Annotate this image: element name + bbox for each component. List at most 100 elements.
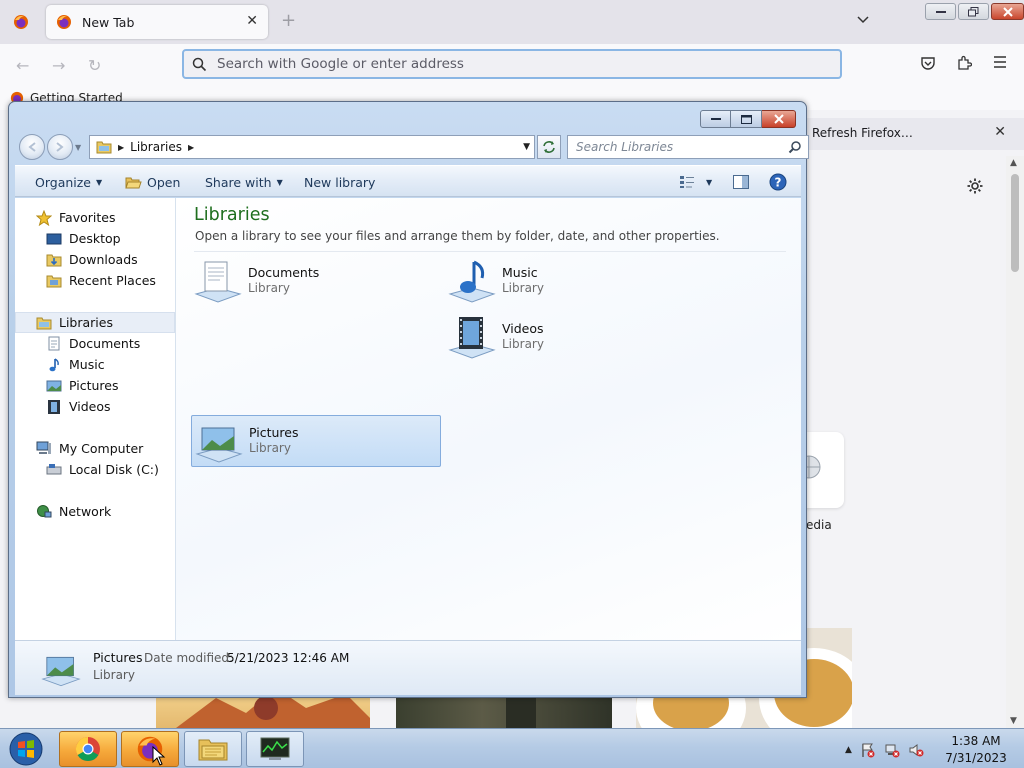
nav-libraries[interactable]: Libraries [15,312,175,333]
back-arrow-icon[interactable]: ← [16,56,29,75]
start-button[interactable] [6,730,46,768]
libraries-icon [35,315,53,331]
page-scrollbar[interactable]: ▲ ▼ [1006,156,1024,731]
close-button[interactable] [991,3,1024,20]
close-button[interactable] [762,110,796,128]
new-library-button[interactable]: New library [304,175,375,190]
library-documents[interactable]: Documents Library [191,256,441,308]
preview-pane-icon [733,175,749,189]
breadcrumb-separator-icon[interactable]: ▶ [188,143,194,152]
forward-arrow-icon[interactable]: → [52,56,65,75]
minimize-button[interactable] [925,3,956,20]
nav-documents[interactable]: Documents [15,333,175,354]
chevron-down-icon: ▼ [706,177,713,187]
forward-button[interactable] [47,134,73,160]
nav-label: My Computer [59,441,144,456]
nav-local-disk[interactable]: Local Disk (C:) [15,459,175,480]
taskbar-explorer[interactable] [184,731,242,767]
recent-pages-dropdown-icon[interactable]: ▼ [75,143,81,152]
library-type: Library [502,337,544,351]
nav-network[interactable]: Network [15,501,175,522]
hard-drive-icon [45,462,63,478]
address-history-dropdown-icon[interactable]: ▼ [523,142,530,152]
chrome-icon [75,737,100,762]
film-strip-icon [45,399,63,415]
organize-button[interactable]: Organize ▼ [35,175,102,190]
nav-videos[interactable]: Videos [15,396,175,417]
chevron-down-icon: ▼ [276,178,283,187]
tab-new-tab[interactable]: New Tab ✕ [46,5,268,39]
maximize-button[interactable] [731,110,762,128]
taskbar-firefox[interactable] [121,731,179,767]
documents-icon [45,336,63,352]
nav-downloads[interactable]: Downloads [15,249,175,270]
scrollbar-thumb[interactable] [1011,174,1019,272]
firefox-pinned-tab[interactable] [6,8,36,36]
notification-close-icon[interactable]: ✕ [994,124,1006,140]
details-pane: Pictures Date modified: 5/21/2023 12:46 … [15,640,801,695]
scroll-up-arrow-icon[interactable]: ▲ [1010,158,1017,168]
nav-pictures[interactable]: Pictures [15,375,175,396]
library-videos[interactable]: Videos Library [445,312,695,364]
nav-label: Network [59,504,112,519]
pocket-icon[interactable] [920,55,936,74]
newtab-settings-gear-icon[interactable] [966,177,984,198]
search-input[interactable]: Search Libraries [567,135,809,159]
hamburger-menu-icon[interactable] [992,55,1008,72]
nav-recent-places[interactable]: Recent Places [15,270,175,291]
open-label: Open [147,175,181,190]
explorer-window-controls [700,110,796,128]
nav-desktop[interactable]: Desktop [15,228,175,249]
volume-muted-icon[interactable] [908,742,924,758]
music-note-icon [45,357,63,373]
documents-library-icon [193,258,243,306]
library-pictures[interactable]: Pictures Library [191,415,441,467]
nav-my-computer[interactable]: My Computer [15,438,175,459]
preview-pane-button[interactable] [733,175,749,189]
videos-library-icon [447,314,497,362]
firefox-tabstrip: New Tab ✕ + [0,0,1024,44]
help-button[interactable]: ? [769,173,787,191]
new-library-label: New library [304,175,376,190]
library-name: Pictures [249,425,299,440]
search-icon[interactable] [788,140,802,157]
clock-time: 1:38 AM [951,734,1001,748]
taskbar-task-manager[interactable] [246,731,304,767]
url-bar[interactable]: Search with Google or enter address [182,49,842,79]
library-music[interactable]: Music Library [445,256,695,308]
nav-music[interactable]: Music [15,354,175,375]
open-button[interactable]: Open [125,175,180,190]
scroll-down-arrow-icon[interactable]: ▼ [1010,716,1017,726]
change-view-button[interactable]: ▼ [679,175,712,189]
refresh-button[interactable] [537,135,561,159]
reload-icon[interactable]: ↻ [88,56,101,75]
list-all-tabs-chevron-icon[interactable] [856,14,870,28]
nav-label: Recent Places [69,273,156,288]
tab-close-icon[interactable]: ✕ [246,13,258,29]
minimize-button[interactable] [700,110,731,128]
back-button[interactable] [19,134,45,160]
refresh-firefox-button[interactable]: Refresh Firefox… [812,126,913,140]
network-status-icon[interactable] [884,742,900,758]
command-bar: Organize ▼ Open Share with ▼ New library… [15,165,801,197]
breadcrumb-libraries[interactable]: Libraries [130,140,182,154]
new-tab-plus-icon[interactable]: + [281,10,296,31]
refresh-icon [543,141,555,153]
breadcrumb-separator-icon[interactable]: ▶ [118,143,124,152]
pictures-library-icon [37,649,85,692]
address-bar[interactable]: ▶ Libraries ▶ ▼ [89,135,535,159]
clock[interactable]: 1:38 AM 7/31/2023 [940,733,1012,767]
taskbar-chrome[interactable] [59,731,117,767]
action-center-flag-icon[interactable] [860,742,876,758]
nav-favorites[interactable]: Favorites [15,207,175,228]
firefox-window-controls [925,3,1024,20]
back-arrow-icon [28,142,36,152]
show-hidden-icons-chevron-icon[interactable]: ▲ [845,745,852,755]
share-with-button[interactable]: Share with ▼ [205,175,283,190]
address-row: ▼ ▶ Libraries ▶ ▼ Search Libraries [19,133,809,161]
details-name: Pictures [93,650,143,665]
extensions-icon[interactable] [956,55,973,74]
search-icon [192,57,207,71]
nav-label: Downloads [69,252,138,267]
restore-button[interactable] [958,3,989,20]
